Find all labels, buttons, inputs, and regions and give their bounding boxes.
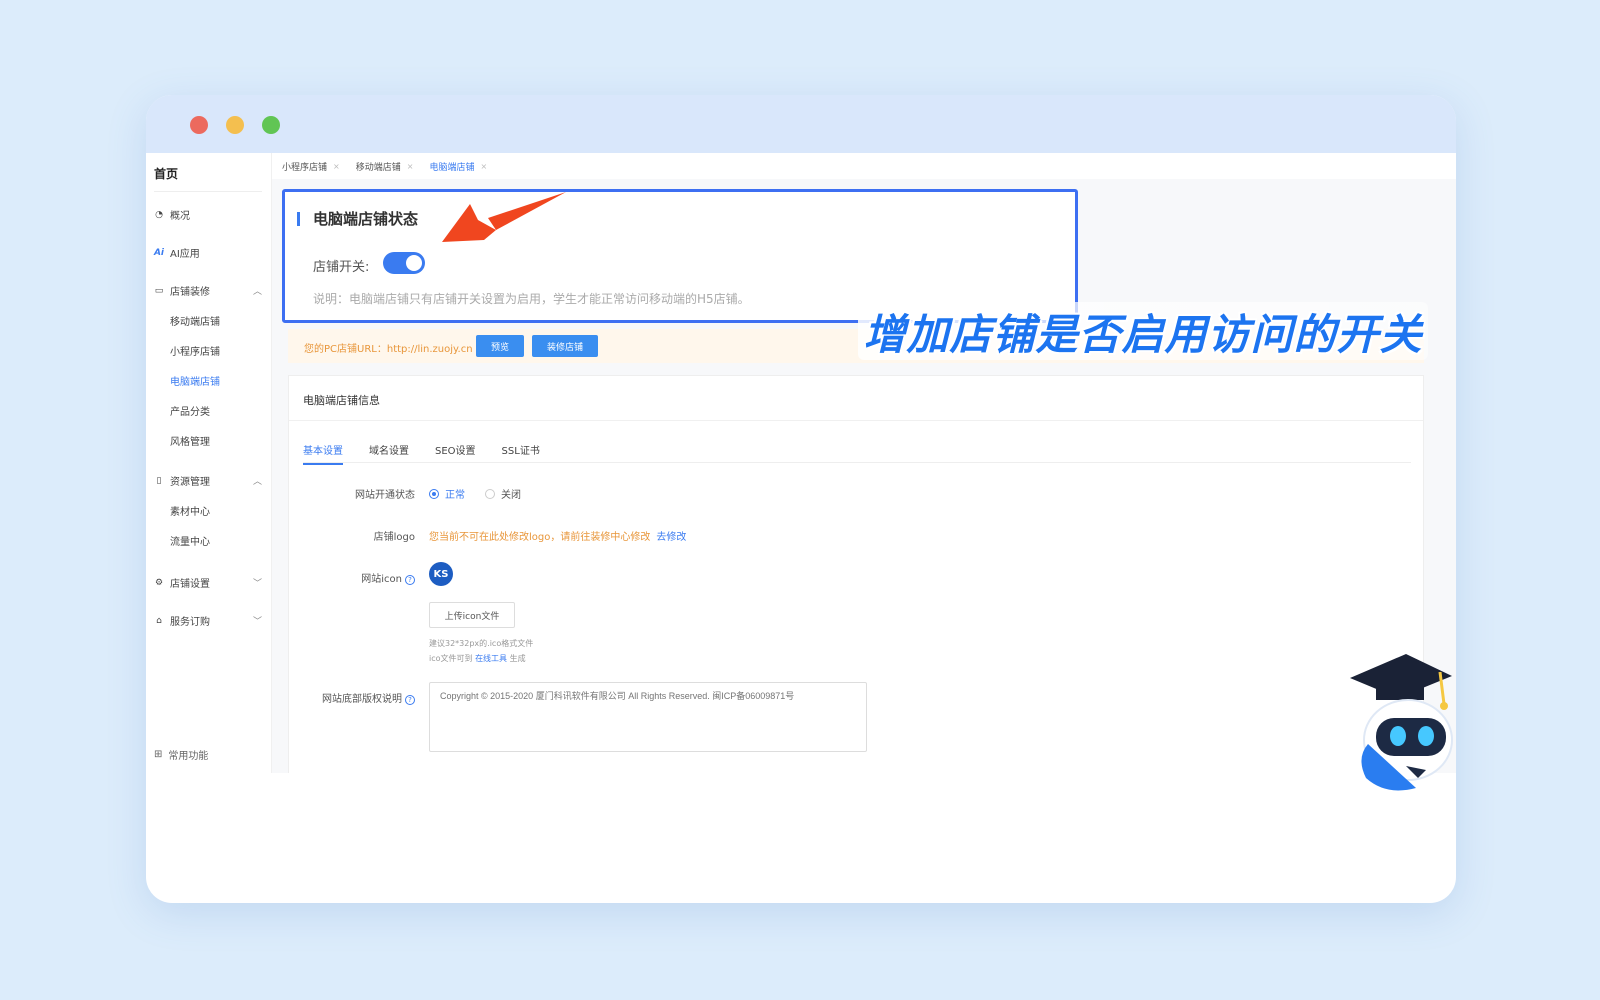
- chevron-up-icon: ︿: [252, 287, 262, 297]
- site-icon-label: 网站icon?: [305, 570, 415, 585]
- sidebar-item-label: 服务订购: [170, 617, 210, 628]
- radio-label: 正常: [445, 490, 465, 501]
- sidebar-subitem-style-manage[interactable]: 风格管理: [170, 433, 210, 448]
- sidebar-item-service[interactable]: ⌂ 服务订购 ﹀: [154, 613, 264, 629]
- site-icon-preview: KS: [429, 562, 453, 586]
- sidebar-item-ai[interactable]: Ai AI应用: [153, 245, 264, 261]
- hint-text: ico文件可到: [429, 654, 473, 663]
- sidebar-item-store-settings[interactable]: ⚙ 店铺设置 ﹀: [154, 575, 264, 591]
- service-icon: ⌂: [156, 615, 162, 626]
- site-status-normal-radio[interactable]: 正常: [429, 486, 465, 501]
- site-status-label: 网站开通状态: [355, 490, 415, 501]
- store-switch-toggle[interactable]: [383, 252, 425, 274]
- title-bar: [146, 95, 1456, 153]
- sidebar-divider: [154, 191, 262, 192]
- copyright-label: 网站底部版权说明?: [305, 690, 415, 705]
- decorate-store-button[interactable]: 装修店铺: [532, 335, 598, 357]
- tab-miniprogram-store[interactable]: 小程序店铺 ×: [282, 160, 340, 173]
- icon-hint-size: 建议32*32px的.ico格式文件: [429, 639, 534, 648]
- browser-window: 首页 ◔ 概况 Ai AI应用 ▭ 店铺装修 ︿ 移动端店铺 小程序店铺 电脑端…: [146, 95, 1456, 903]
- sidebar-subitem-traffic-center[interactable]: 流量中心: [170, 533, 210, 548]
- resource-icon: ▯: [156, 475, 162, 486]
- copyright-label-text: 网站底部版权说明: [322, 694, 402, 705]
- settings-icon: ⚙: [154, 577, 164, 588]
- divider: [303, 462, 1411, 463]
- sidebar-common-functions[interactable]: ⊞ 常用功能: [154, 747, 208, 762]
- tab-label: 移动端店铺: [355, 162, 401, 173]
- robot-mascot-icon: [1350, 654, 1453, 791]
- help-icon[interactable]: ?: [405, 695, 415, 705]
- site-status-closed-radio[interactable]: 关闭: [485, 486, 521, 501]
- store-info-card: 电脑端店铺信息 基本设置 域名设置 SEO设置 SSL证书 网站开通状态 正常 …: [288, 375, 1424, 773]
- close-window-button[interactable]: [190, 116, 208, 134]
- app-content: 首页 ◔ 概况 Ai AI应用 ▭ 店铺装修 ︿ 移动端店铺 小程序店铺 电脑端…: [146, 153, 1456, 773]
- maximize-window-button[interactable]: [262, 116, 280, 134]
- upload-icon-button[interactable]: 上传icon文件: [429, 602, 515, 628]
- chevron-up-icon: ︿: [252, 477, 262, 487]
- feature-caption: 增加店铺是否启用访问的开关: [858, 302, 1428, 360]
- online-tool-link[interactable]: 在线工具: [475, 654, 507, 663]
- ai-icon: Ai: [153, 247, 165, 258]
- site-icon-label-text: 网站icon: [361, 574, 402, 585]
- sidebar-item-label: 资源管理: [170, 477, 210, 488]
- radio-label: 关闭: [501, 490, 521, 501]
- sidebar-item-label: 店铺设置: [170, 579, 210, 590]
- tab-label: 电脑端店铺: [429, 162, 475, 173]
- sidebar-item-label: AI应用: [170, 249, 200, 260]
- tab-label: 小程序店铺: [282, 162, 328, 173]
- divider: [289, 420, 1423, 421]
- sidebar-subitem-pc-store[interactable]: 电脑端店铺: [170, 373, 220, 388]
- tab-mobile-store[interactable]: 移动端店铺 ×: [356, 160, 414, 173]
- status-card-description: 说明：电脑端店铺只有店铺开关设置为启用，学生才能正常访问移动端的H5店铺。: [313, 292, 750, 306]
- preview-button[interactable]: 预览: [476, 335, 524, 357]
- sidebar-item-label: 概况: [170, 211, 190, 222]
- logo-warning-text: 您当前不可在此处修改logo，请前往装修中心修改: [429, 532, 651, 543]
- sidebar-item-store-decor[interactable]: ▭ 店铺装修 ︿: [154, 283, 264, 299]
- hint-text: 生成: [509, 654, 526, 663]
- chevron-down-icon: ﹀: [252, 617, 262, 627]
- close-icon[interactable]: ×: [333, 162, 340, 171]
- page-tabs: 小程序店铺 × 移动端店铺 × 电脑端店铺 ×: [272, 153, 1456, 179]
- minimize-window-button[interactable]: [226, 116, 244, 134]
- copyright-textarea[interactable]: [429, 682, 867, 752]
- sidebar-subitem-miniprogram-store[interactable]: 小程序店铺: [170, 343, 220, 358]
- sidebar-home[interactable]: 首页: [154, 165, 178, 182]
- sidebar-item-overview[interactable]: ◔ 概况: [154, 207, 264, 223]
- store-decor-icon: ▭: [154, 285, 164, 296]
- sidebar: 首页 ◔ 概况 Ai AI应用 ▭ 店铺装修 ︿ 移动端店铺 小程序店铺 电脑端…: [146, 153, 272, 773]
- section-accent-bar: [297, 212, 300, 226]
- toggle-knob: [406, 255, 422, 271]
- sidebar-subitem-mobile-store[interactable]: 移动端店铺: [170, 313, 220, 328]
- tab-pc-store[interactable]: 电脑端店铺 ×: [429, 160, 487, 173]
- close-icon[interactable]: ×: [407, 162, 414, 171]
- info-card-title: 电脑端店铺信息: [303, 394, 380, 407]
- go-modify-link[interactable]: 去修改: [656, 532, 686, 543]
- logo-warning: 您当前不可在此处修改logo，请前往装修中心修改 去修改: [429, 528, 686, 543]
- grid-icon: ⊞: [154, 749, 163, 760]
- sidebar-bottom-label: 常用功能: [168, 751, 209, 762]
- sidebar-subitem-material-center[interactable]: 素材中心: [170, 503, 210, 518]
- close-icon[interactable]: ×: [480, 162, 487, 171]
- radio-icon: [485, 488, 495, 499]
- status-card-title: 电脑端店铺状态: [313, 210, 419, 228]
- store-url-text: 您的PC店铺URL：http://lin.zuojy.cn: [304, 344, 473, 355]
- sidebar-item-resources[interactable]: ▯ 资源管理 ︿: [154, 473, 264, 489]
- radio-icon: [429, 488, 439, 499]
- icon-hint-tool: ico文件可到 在线工具 生成: [429, 653, 526, 664]
- sidebar-subitem-product-category[interactable]: 产品分类: [170, 403, 210, 418]
- annotation-arrow-icon: [442, 192, 566, 242]
- help-icon[interactable]: ?: [405, 575, 415, 585]
- sidebar-item-label: 店铺装修: [170, 287, 210, 298]
- chevron-down-icon: ﹀: [252, 579, 262, 589]
- store-switch-label: 店铺开关:: [313, 260, 370, 275]
- store-logo-label: 店铺logo: [373, 532, 415, 543]
- dashboard-icon: ◔: [155, 209, 163, 220]
